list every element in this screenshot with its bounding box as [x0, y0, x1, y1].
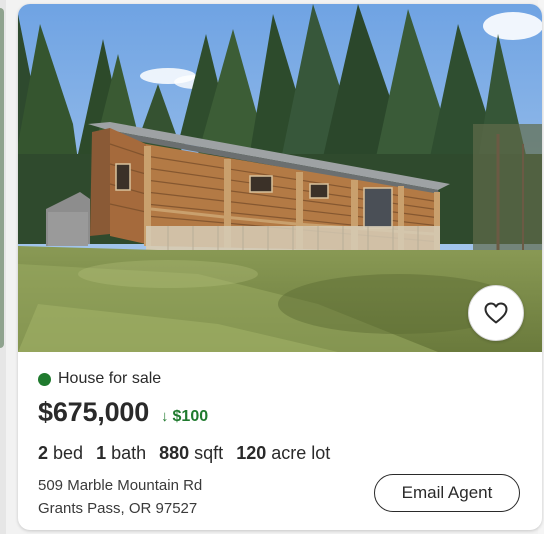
fact-sqft: 880 sqft — [159, 443, 223, 464]
lot-value: 120 — [236, 443, 267, 463]
listing-address[interactable]: 509 Marble Mountain Rd Grants Pass, OR 9… — [38, 474, 202, 520]
price-change: ↓ $100 — [161, 408, 208, 426]
address-line-2: Grants Pass, OR 97527 — [38, 500, 198, 517]
sqft-value: 880 — [159, 443, 190, 463]
heart-icon — [484, 302, 508, 324]
listing-status: House for sale — [38, 370, 161, 388]
status-label: House for sale — [58, 370, 162, 387]
listing-card[interactable]: House for sale $675,000 ↓ $100 2 bed 1 bat… — [18, 4, 542, 530]
favorite-button[interactable] — [468, 285, 524, 341]
baths-value: 1 — [96, 443, 107, 463]
previous-card-edge — [0, 0, 6, 534]
fact-lot: 120 acre lot — [236, 443, 330, 464]
price-row: $675,000 ↓ $100 — [38, 397, 208, 428]
listing-price: $675,000 — [38, 397, 150, 427]
beds-label: bed — [53, 443, 84, 463]
status-dot-icon — [38, 372, 51, 386]
price-change-amount: $100 — [172, 407, 209, 425]
listing-facts: 2 bed 1 bath 880 sqft 120 acre lot — [38, 443, 343, 464]
baths-label: bath — [111, 443, 147, 463]
address-line-1: 509 Marble Mountain Rd — [38, 477, 203, 494]
fact-beds: 2 bed — [38, 443, 83, 464]
fact-baths: 1 bath — [96, 443, 146, 464]
sqft-label: sqft — [194, 443, 224, 463]
arrow-down-icon: ↓ — [161, 408, 169, 425]
email-agent-button[interactable]: Email Agent — [374, 474, 520, 512]
beds-value: 2 — [38, 443, 49, 463]
lot-label: acre lot — [271, 443, 331, 463]
listing-photo[interactable] — [18, 4, 542, 352]
